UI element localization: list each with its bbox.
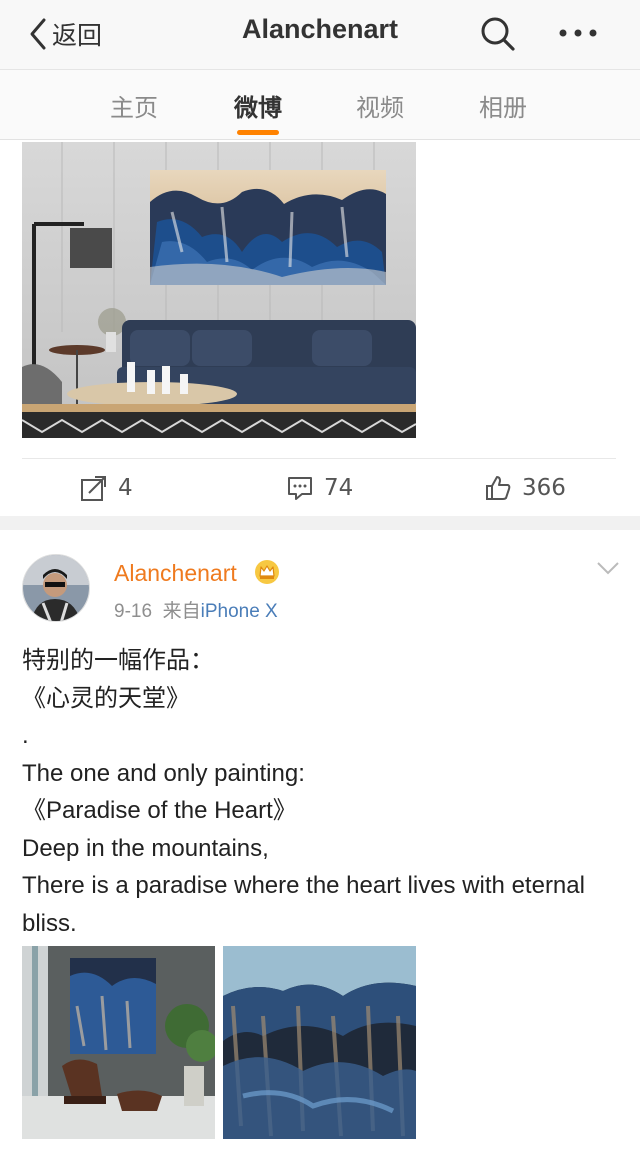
chevron-down-icon[interactable] bbox=[596, 560, 620, 576]
repost-count: 4 bbox=[118, 475, 133, 501]
post-image-thumbnail[interactable] bbox=[223, 946, 416, 1139]
post-text-line: 特别的一幅作品： bbox=[22, 647, 214, 674]
post-date: 9-16 bbox=[114, 601, 153, 622]
post-text-line: Deep in the mountains, bbox=[22, 834, 269, 862]
post-text-line: 《心灵的天堂》 bbox=[22, 684, 190, 712]
post-text-line: There is a paradise where the heart live… bbox=[22, 872, 585, 937]
post-meta: 9-16 来自iPhone X bbox=[114, 596, 278, 623]
search-icon[interactable] bbox=[478, 14, 518, 54]
thumbs-up-icon bbox=[486, 476, 511, 500]
post-text: 特别的一幅作品： 《心灵的天堂》 . The one and only pain… bbox=[22, 642, 622, 942]
top-nav-bar: 返回 Alanchenart bbox=[0, 0, 640, 70]
tab-home[interactable]: 主页 bbox=[110, 88, 158, 123]
user-avatar-image bbox=[23, 555, 89, 621]
post-source[interactable]: iPhone X bbox=[201, 601, 278, 622]
crown-icon bbox=[255, 560, 279, 584]
like-count: 366 bbox=[522, 475, 566, 501]
post-action-bar: 4 74 366 bbox=[22, 458, 616, 516]
post-text-line: The one and only painting: bbox=[22, 759, 305, 787]
active-tab-indicator bbox=[237, 130, 279, 135]
tab-weibo[interactable]: 微博 bbox=[234, 88, 282, 123]
more-icon[interactable] bbox=[556, 18, 600, 48]
tab-album[interactable]: 相册 bbox=[479, 88, 527, 123]
post-text-line: 《Paradise of the Heart》 bbox=[22, 797, 297, 824]
tab-videos[interactable]: 视频 bbox=[356, 88, 404, 123]
comment-icon bbox=[288, 477, 312, 500]
painting-room-scene bbox=[22, 142, 416, 438]
page-title: Alanchenart bbox=[241, 14, 399, 44]
share-icon bbox=[81, 476, 106, 501]
comment-count: 74 bbox=[324, 475, 354, 501]
profile-tabs: 主页 微博 视频 相册 bbox=[0, 70, 640, 140]
like-button[interactable]: 366 bbox=[484, 471, 566, 505]
repost-button[interactable]: 4 bbox=[80, 471, 133, 505]
comment-button[interactable]: 74 bbox=[286, 471, 353, 505]
painting-closeup bbox=[223, 946, 416, 1139]
post-text-line: . bbox=[22, 722, 29, 749]
source-prefix: 来自 bbox=[162, 601, 201, 622]
post-divider bbox=[0, 516, 640, 530]
post-image-thumbnail[interactable] bbox=[22, 946, 215, 1139]
post-image[interactable] bbox=[22, 142, 416, 438]
avatar[interactable] bbox=[22, 554, 90, 622]
username[interactable]: Alanchenart bbox=[114, 560, 237, 587]
painting-interior-photo bbox=[22, 946, 215, 1139]
